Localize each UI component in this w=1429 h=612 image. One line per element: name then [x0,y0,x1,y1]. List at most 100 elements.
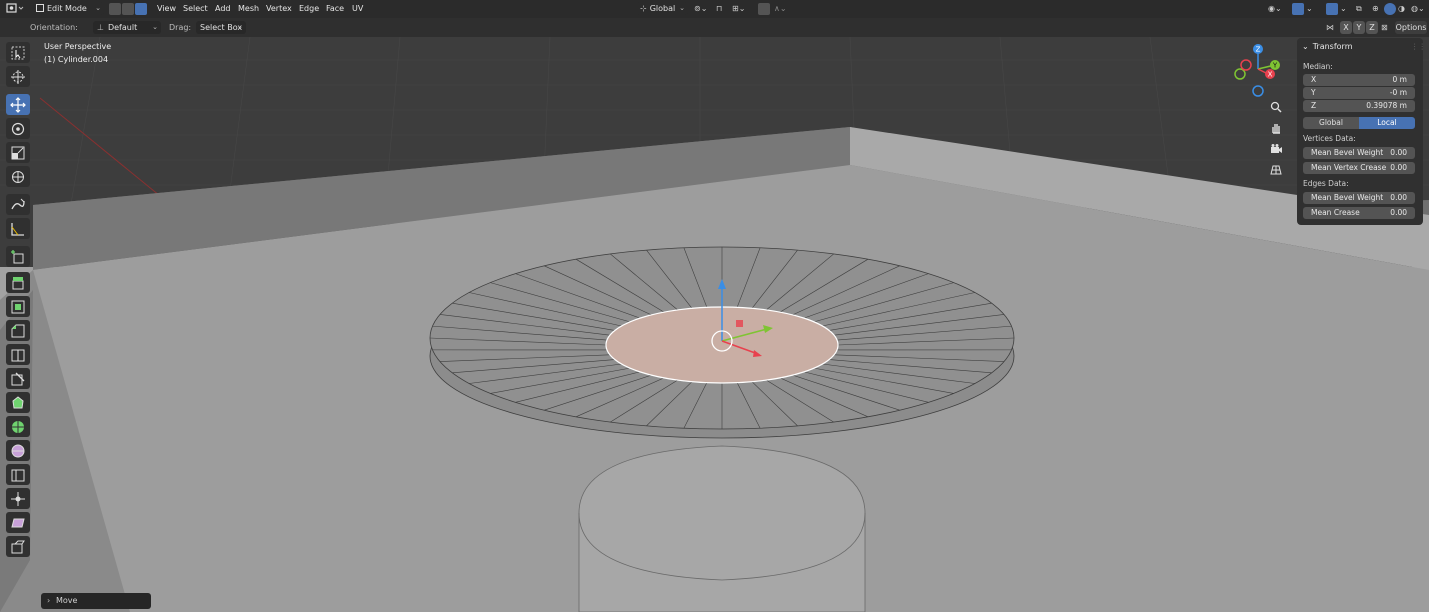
poly-build-tool[interactable] [6,392,30,413]
material-shading-icon[interactable]: ◑ [1398,2,1405,16]
add-cube-tool[interactable] [6,246,30,267]
poly-build-icon [12,395,24,408]
editor-type-button[interactable] [6,2,24,16]
pivot-point-icon[interactable]: ⊚⌄ [694,2,707,16]
scale-tool[interactable] [6,142,30,163]
transform-panel: ⌄ Transform ⋮⋮ Median: X 0 m Y -0 m Z 0.3907… [1297,38,1426,225]
pan-hand-icon[interactable] [1267,119,1285,137]
measure-tool[interactable] [6,218,30,239]
smooth-tool[interactable] [6,440,30,461]
edge-slide-tool[interactable] [6,464,30,485]
transform-orientation-label: Global [649,4,676,13]
gizmo-toggle-button[interactable] [1292,3,1304,15]
rotate-tool[interactable] [6,118,30,139]
orientation-dropdown[interactable]: ⊥ Default ⌄ [93,21,161,34]
chevron-down-icon[interactable]: ⌄ [1340,2,1347,16]
extrude-region-tool[interactable] [6,272,30,293]
drag-handle-icon[interactable]: ⋮⋮ [1411,42,1426,51]
rendered-shading-icon[interactable]: ◍⌄ [1411,2,1425,16]
xray-icon[interactable]: ⧉ [1356,2,1362,16]
smooth-icon [11,444,25,457]
shear-tool[interactable] [6,512,30,533]
edge-bevel-weight-field[interactable]: Mean Bevel Weight 0.00 [1303,192,1415,204]
snap-target-icon[interactable]: ⊞⌄ [732,2,745,16]
median-x-field[interactable]: X 0 m [1303,74,1415,86]
global-toggle[interactable]: Global [1303,117,1359,129]
mirror-x-toggle[interactable]: X [1340,21,1352,34]
inset-faces-tool[interactable] [6,296,30,317]
gizmo-y-label: Y [1272,62,1278,70]
3d-scene[interactable] [0,37,1429,612]
local-toggle[interactable]: Local [1359,117,1415,129]
median-z-field[interactable]: Z 0.39078 m [1303,100,1415,112]
knife-tool[interactable] [6,368,30,389]
drag-value: Select Box [200,23,243,32]
menu-select[interactable]: Select [183,2,208,16]
spin-tool[interactable] [6,416,30,437]
transform-orientation-dropdown[interactable]: ⊹ Global ⌄ [636,2,688,15]
vertices-data-label: Vertices Data: [1303,134,1356,143]
median-label: Median: [1303,62,1333,71]
menu-view[interactable]: View [157,2,176,16]
mirror-y-toggle[interactable]: Y [1353,21,1365,34]
median-y-field[interactable]: Y -0 m [1303,87,1415,99]
auto-merge-icon[interactable]: ⊠ [1381,21,1388,35]
field-label: Y [1311,88,1316,97]
menu-mesh[interactable]: Mesh [238,2,259,16]
tool-shelf [4,42,32,557]
move-tool[interactable] [6,94,30,115]
navigation-gizmo[interactable]: Z Y X [1230,41,1288,101]
visibility-icon[interactable]: ◉⌄ [1268,2,1282,16]
proportional-falloff-icon[interactable]: ∧⌄ [774,2,787,16]
vertex-select-button[interactable] [109,3,121,15]
chevron-down-icon: ⌄ [679,4,685,12]
select-box-tool[interactable] [6,42,30,63]
perspective-grid-icon[interactable] [1267,161,1285,179]
menu-vertex[interactable]: Vertex [266,2,292,16]
chevron-down-icon[interactable]: ⌄ [1306,2,1313,16]
spin-icon [12,420,24,433]
menu-uv[interactable]: UV [352,2,363,16]
edge-crease-field[interactable]: Mean Crease 0.00 [1303,207,1415,219]
transform-tool[interactable] [6,166,30,187]
bevel-tool[interactable] [6,320,30,341]
menu-add[interactable]: Add [215,2,231,16]
vertex-bevel-weight-field[interactable]: Mean Bevel Weight 0.00 [1303,147,1415,159]
camera-icon[interactable] [1267,140,1285,158]
cursor-tool[interactable] [6,66,30,87]
solid-shading-button[interactable] [1384,3,1396,15]
gizmo-z-label: Z [1256,46,1261,54]
3d-viewport[interactable]: User Perspective (1) Cylinder.004 Z Y X [0,37,1429,612]
orientation-label: Orientation: [30,23,78,32]
drag-dropdown[interactable]: Select Box ⌄ [196,21,246,34]
annotate-tool[interactable] [6,194,30,215]
overlays-button[interactable] [1326,3,1338,15]
menu-face[interactable]: Face [326,2,344,16]
snap-icon[interactable]: ⊓ [716,2,722,16]
face-select-button[interactable] [135,3,147,15]
vertex-crease-field[interactable]: Mean Vertex Crease 0.00 [1303,162,1415,174]
chevron-down-icon: ⌄ [1302,42,1309,51]
loop-cut-tool[interactable] [6,344,30,365]
field-value: 0.39078 m [1366,101,1407,110]
mode-icon [36,4,44,12]
object-name: (1) Cylinder.004 [44,55,109,64]
zoom-icon[interactable] [1267,98,1285,116]
move-icon [10,96,26,113]
mirror-z-toggle[interactable]: Z [1366,21,1378,34]
options-dropdown[interactable]: Options [1395,21,1427,34]
mode-dropdown[interactable]: Edit Mode ⌄ [32,2,104,15]
knife-icon [11,372,25,385]
cursor-icon [11,69,25,84]
last-operator-panel[interactable]: › Move [41,593,151,609]
wireframe-shading-icon[interactable]: ⊕ [1372,2,1379,16]
menu-edge[interactable]: Edge [299,2,319,16]
edge-select-button[interactable] [122,3,134,15]
shrink-fatten-tool[interactable] [6,488,30,509]
proportional-editing-button[interactable] [758,3,770,15]
rip-region-tool[interactable] [6,536,30,557]
drag-label: Drag: [169,23,192,32]
extrude-icon [12,276,24,289]
transform-panel-header[interactable]: ⌄ Transform [1302,42,1353,51]
mirror-icon[interactable]: ⋈ [1326,21,1334,35]
